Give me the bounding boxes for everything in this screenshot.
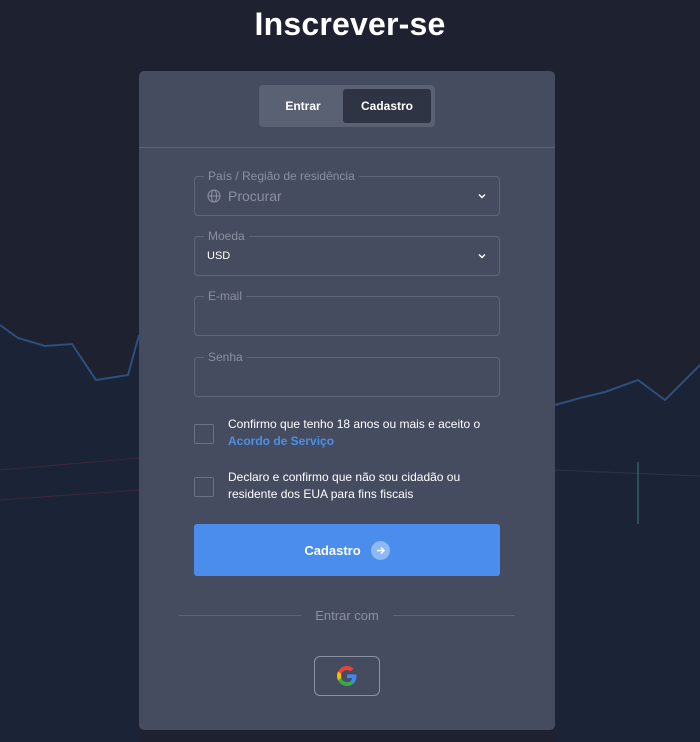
usa-declaration-text: Declaro e confirmo que não sou cidadão o… <box>228 470 461 501</box>
service-agreement-link[interactable]: Acordo de Serviço <box>228 434 334 448</box>
email-field[interactable]: E-mail <box>194 288 500 336</box>
tab-login[interactable]: Entrar <box>263 89 343 123</box>
age-consent-checkbox[interactable] <box>194 424 214 444</box>
google-login-button[interactable] <box>314 656 380 696</box>
currency-select[interactable]: Moeda USD <box>194 228 500 276</box>
password-field[interactable]: Senha <box>194 349 500 397</box>
auth-tabs: Entrar Cadastro <box>259 85 435 127</box>
google-icon <box>337 666 357 686</box>
country-select[interactable]: País / Região de residência Procurar <box>194 168 500 216</box>
password-input[interactable] <box>195 358 499 396</box>
globe-icon <box>207 189 221 203</box>
email-input[interactable] <box>195 297 499 335</box>
age-consent-row: Confirmo que tenho 18 anos ou mais e ace… <box>194 416 514 450</box>
card-divider <box>139 147 555 148</box>
tab-signup[interactable]: Cadastro <box>343 89 431 123</box>
arrow-right-icon <box>370 540 390 560</box>
currency-value: USD <box>207 250 231 262</box>
social-divider: Entrar com <box>179 608 516 623</box>
country-placeholder: Procurar <box>228 188 282 204</box>
chevron-down-icon <box>478 194 486 199</box>
submit-label: Cadastro <box>304 542 361 558</box>
usa-declaration-checkbox[interactable] <box>194 477 214 497</box>
chevron-down-icon <box>478 254 486 259</box>
signup-submit-button[interactable]: Cadastro <box>194 524 500 576</box>
signup-card: Entrar Cadastro País / Região de residên… <box>139 71 555 730</box>
social-label: Entrar com <box>315 608 379 623</box>
usa-declaration-row: Declaro e confirmo que não sou cidadão o… <box>194 469 514 503</box>
page-title: Inscrever-se <box>254 6 446 42</box>
age-consent-text: Confirmo que tenho 18 anos ou mais e ace… <box>228 417 481 431</box>
